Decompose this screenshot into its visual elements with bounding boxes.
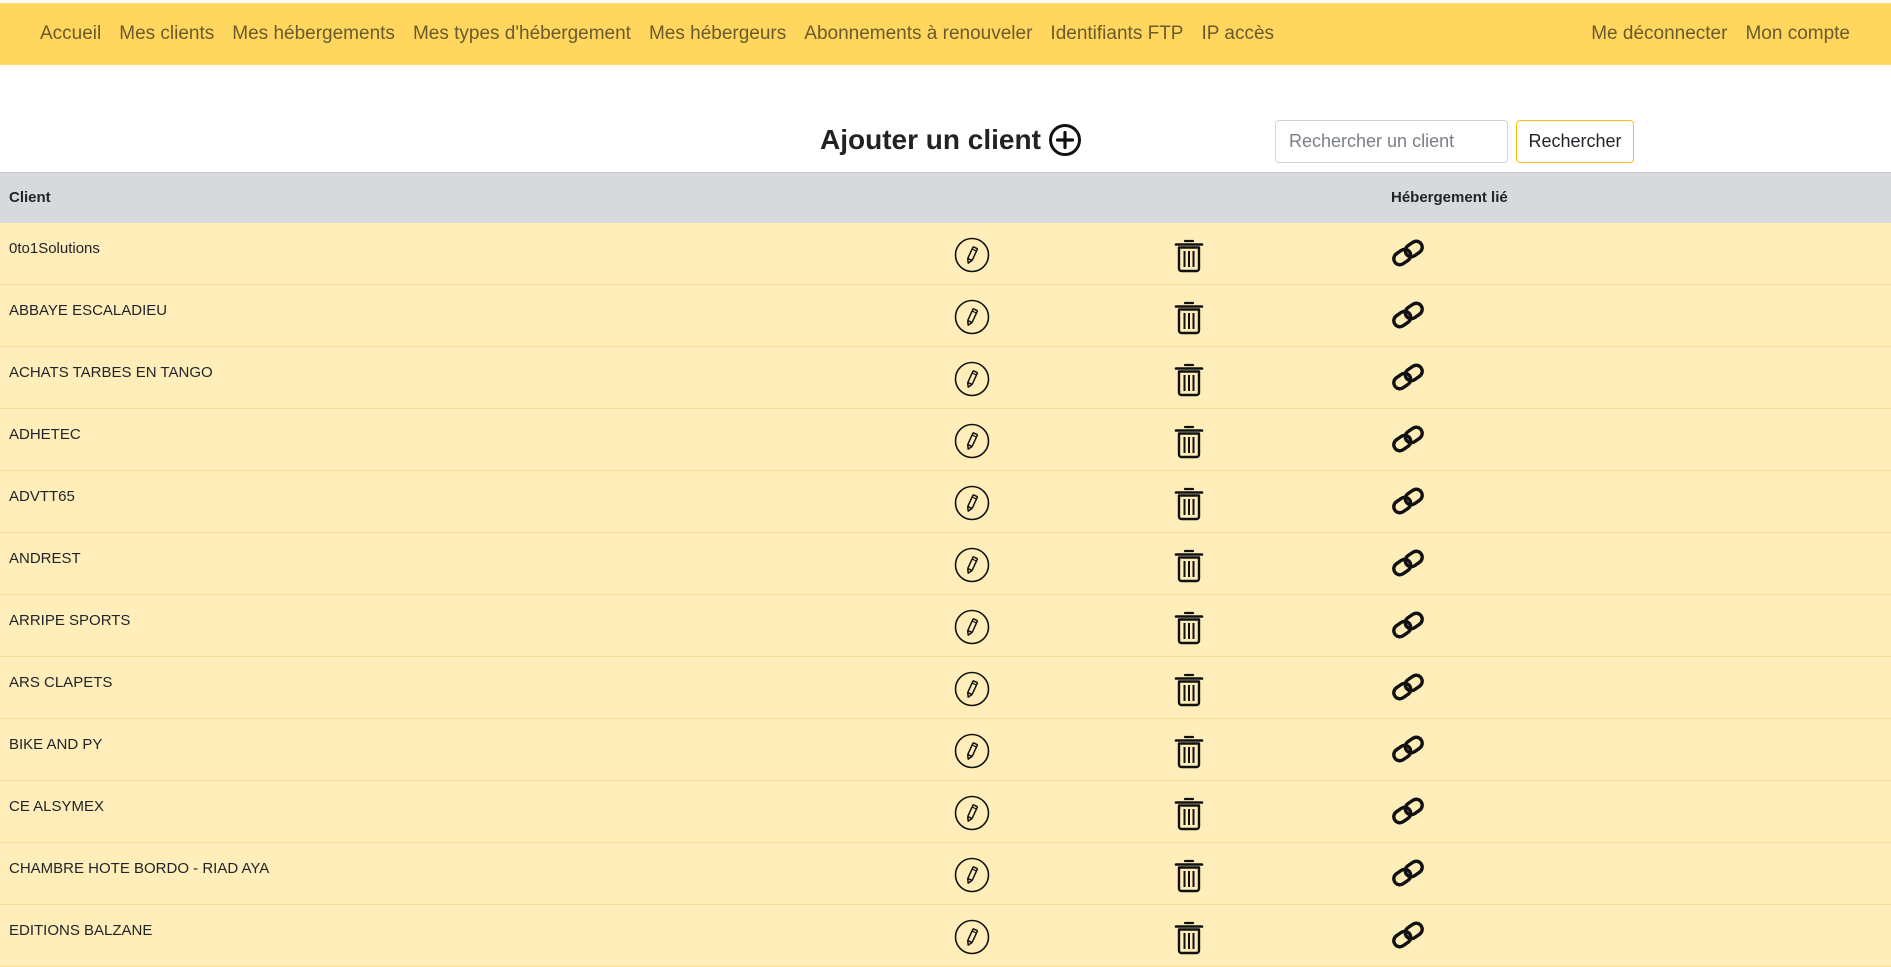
client-name: CE ALSYMEX <box>9 798 105 815</box>
table-row: EDITIONS BALZANE <box>0 905 1891 967</box>
link-icon[interactable] <box>1390 733 1426 765</box>
client-name: ARS CLAPETS <box>9 674 113 691</box>
table-row: CE ALSYMEX <box>0 781 1891 843</box>
client-name: ACHATS TARBES EN TANGO <box>9 364 213 381</box>
link-icon[interactable] <box>1390 857 1426 889</box>
trash-icon[interactable] <box>1174 485 1204 521</box>
link-icon[interactable] <box>1390 609 1426 641</box>
table-row: ABBAYE ESCALADIEU <box>0 285 1891 347</box>
link-icon[interactable] <box>1390 237 1426 269</box>
table-row: ANDREST <box>0 533 1891 595</box>
pencil-circle-icon[interactable] <box>954 795 990 831</box>
table-body: 0to1Solutions ABBAYE ESCALADIEU ACHATS T… <box>0 223 1891 967</box>
pencil-circle-icon[interactable] <box>954 423 990 459</box>
table-row: ADVTT65 <box>0 471 1891 533</box>
trash-icon[interactable] <box>1174 423 1204 459</box>
nav-accueil[interactable]: Accueil <box>31 23 110 45</box>
trash-icon[interactable] <box>1174 299 1204 335</box>
pencil-circle-icon[interactable] <box>954 857 990 893</box>
header-hebergement-lie: Hébergement lié <box>1391 189 1508 206</box>
table-row: ARS CLAPETS <box>0 657 1891 719</box>
pencil-circle-icon[interactable] <box>954 733 990 769</box>
client-name: 0to1Solutions <box>9 240 100 257</box>
client-name: EDITIONS BALZANE <box>9 922 153 939</box>
table-row: ACHATS TARBES EN TANGO <box>0 347 1891 409</box>
nav-abonnements-a-renouveler[interactable]: Abonnements à renouveler <box>795 23 1041 45</box>
nav-left: Accueil Mes clients Mes hébergements Mes… <box>31 23 1283 45</box>
header-client: Client <box>9 189 51 206</box>
nav-mes-hebergements[interactable]: Mes hébergements <box>223 23 404 45</box>
search-button[interactable]: Rechercher <box>1516 120 1634 163</box>
link-icon[interactable] <box>1390 919 1426 951</box>
client-name: ARRIPE SPORTS <box>9 612 131 629</box>
add-client[interactable]: Ajouter un client <box>820 123 1082 157</box>
plus-circle-icon[interactable] <box>1048 123 1082 157</box>
link-icon[interactable] <box>1390 423 1426 455</box>
top-navbar: Accueil Mes clients Mes hébergements Mes… <box>0 3 1891 65</box>
client-name: CHAMBRE HOTE BORDO - RIAD AYA <box>9 860 270 877</box>
table-row: ARRIPE SPORTS <box>0 595 1891 657</box>
pencil-circle-icon[interactable] <box>954 671 990 707</box>
trash-icon[interactable] <box>1174 609 1204 645</box>
client-name: ADVTT65 <box>9 488 75 505</box>
nav-identifiants-ftp[interactable]: Identifiants FTP <box>1041 23 1192 45</box>
link-icon[interactable] <box>1390 671 1426 703</box>
nav-mes-clients[interactable]: Mes clients <box>110 23 223 45</box>
nav-me-deconnecter[interactable]: Me déconnecter <box>1582 23 1736 45</box>
client-name: ABBAYE ESCALADIEU <box>9 302 168 319</box>
trash-icon[interactable] <box>1174 795 1204 831</box>
pencil-circle-icon[interactable] <box>954 361 990 397</box>
pencil-circle-icon[interactable] <box>954 547 990 583</box>
add-client-label: Ajouter un client <box>820 124 1041 155</box>
trash-icon[interactable] <box>1174 671 1204 707</box>
pencil-circle-icon[interactable] <box>954 299 990 335</box>
search-input[interactable] <box>1275 120 1508 163</box>
link-icon[interactable] <box>1390 547 1426 579</box>
trash-icon[interactable] <box>1174 919 1204 955</box>
client-name: ADHETEC <box>9 426 81 443</box>
link-icon[interactable] <box>1390 795 1426 827</box>
client-name: ANDREST <box>9 550 81 567</box>
client-name: BIKE AND PY <box>9 736 103 753</box>
trash-icon[interactable] <box>1174 237 1204 273</box>
trash-icon[interactable] <box>1174 857 1204 893</box>
nav-ip-acces[interactable]: IP accès <box>1192 23 1283 45</box>
trash-icon[interactable] <box>1174 733 1204 769</box>
nav-right: Me déconnecter Mon compte <box>1582 23 1859 45</box>
clients-table: Client Hébergement lié 0to1Solutions ABB… <box>0 172 1891 967</box>
trash-icon[interactable] <box>1174 547 1204 583</box>
table-row: BIKE AND PY <box>0 719 1891 781</box>
pencil-circle-icon[interactable] <box>954 237 990 273</box>
table-row: 0to1Solutions <box>0 223 1891 285</box>
nav-mon-compte[interactable]: Mon compte <box>1736 23 1859 45</box>
pencil-circle-icon[interactable] <box>954 609 990 645</box>
link-icon[interactable] <box>1390 485 1426 517</box>
link-icon[interactable] <box>1390 361 1426 393</box>
nav-mes-hebergeurs[interactable]: Mes hébergeurs <box>640 23 795 45</box>
table-row: CHAMBRE HOTE BORDO - RIAD AYA <box>0 843 1891 905</box>
table-header: Client Hébergement lié <box>0 172 1891 223</box>
pencil-circle-icon[interactable] <box>954 919 990 955</box>
nav-mes-types-hebergement[interactable]: Mes types d'hébergement <box>404 23 640 45</box>
trash-icon[interactable] <box>1174 361 1204 397</box>
link-icon[interactable] <box>1390 299 1426 331</box>
table-row: ADHETEC <box>0 409 1891 471</box>
pencil-circle-icon[interactable] <box>954 485 990 521</box>
